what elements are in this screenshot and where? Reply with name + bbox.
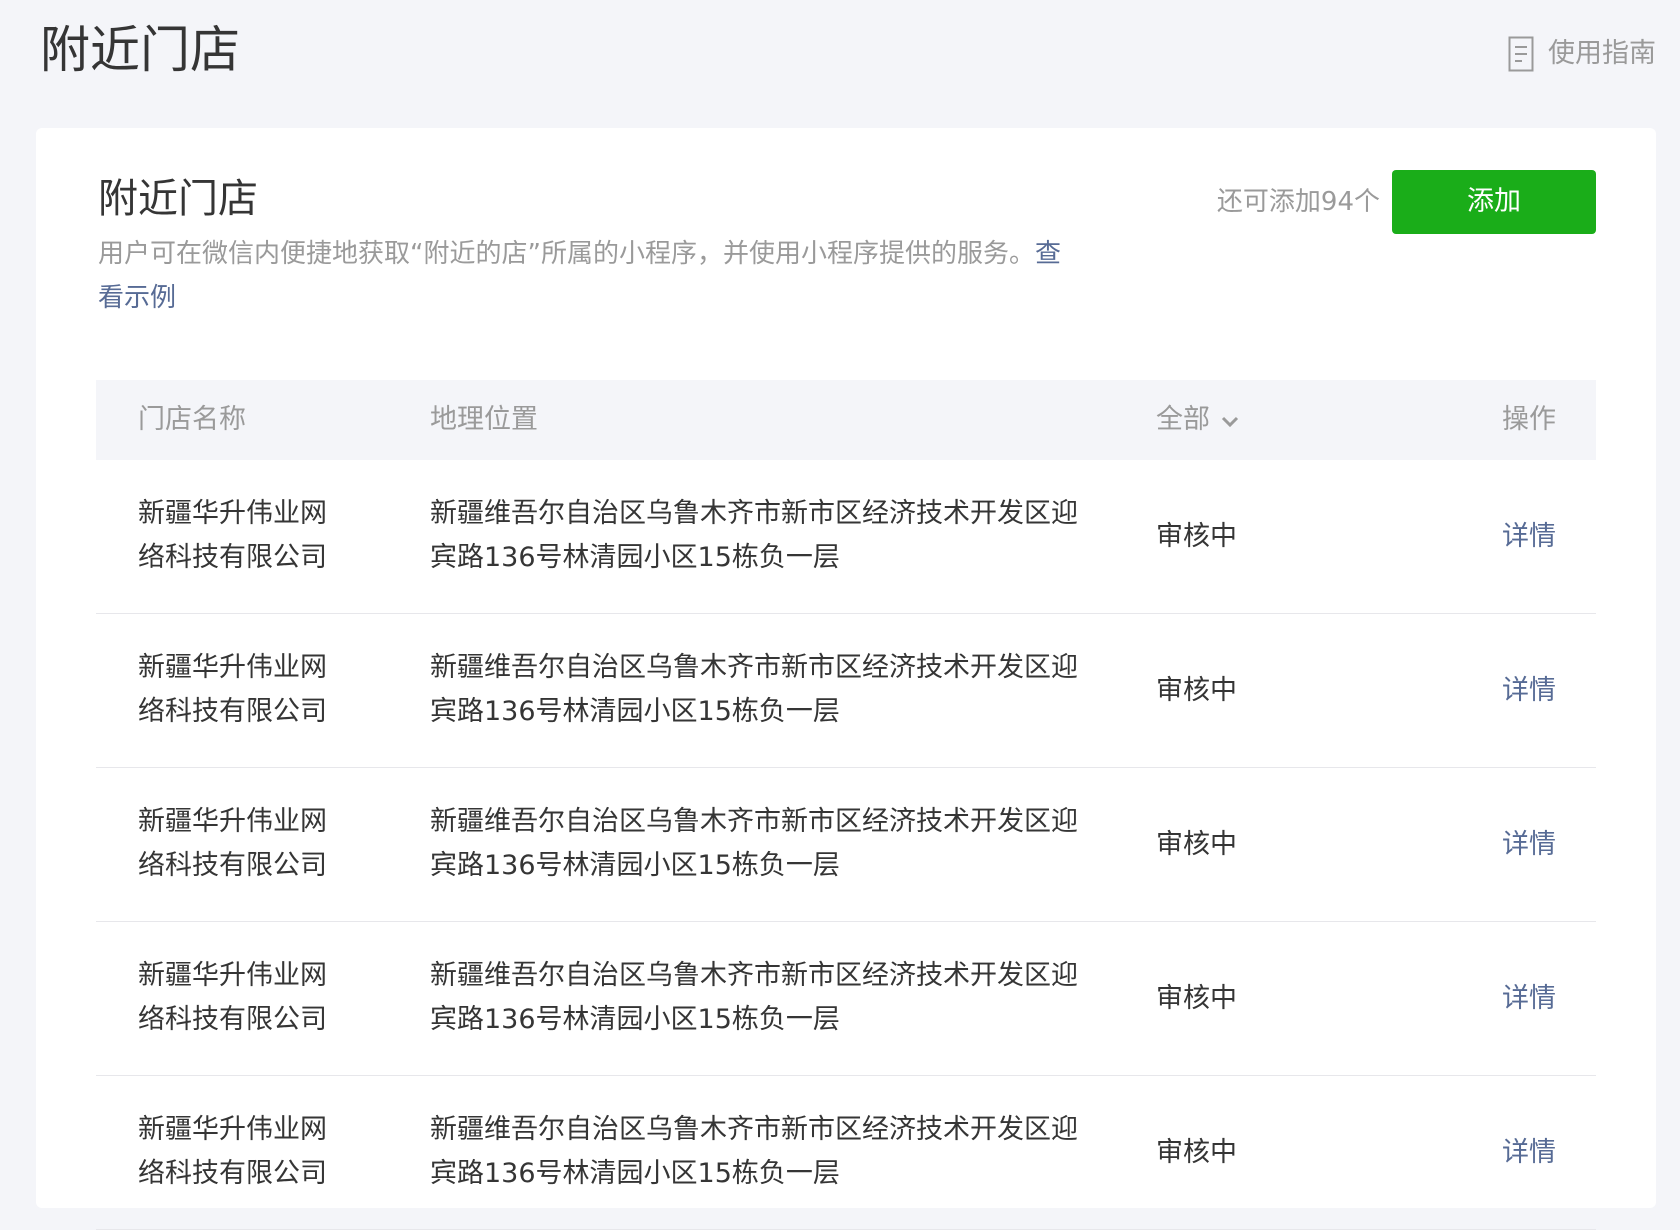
store-location: 新疆维吾尔自治区乌鲁木齐市新市区经济技术开发区迎宾路136号林清园小区15栋负一… (430, 498, 1078, 573)
details-link[interactable]: 详情 (1502, 823, 1556, 867)
remaining-count: 还可添加94个 (1216, 187, 1380, 217)
add-button[interactable]: 添加 (1392, 170, 1596, 234)
usage-guide-label: 使用指南 (1548, 38, 1656, 69)
store-status: 审核中 (1156, 1137, 1237, 1168)
top-bar: 附近门店 使用指南 (0, 0, 1680, 120)
status-filter-label: 全部 (1156, 404, 1210, 435)
table-row: 新疆华升伟业网络科技有限公司 新疆维吾尔自治区乌鲁木齐市新市区经济技术开发区迎宾… (96, 1076, 1596, 1230)
store-name: 新疆华升伟业网络科技有限公司 (138, 652, 327, 727)
details-link[interactable]: 详情 (1502, 1131, 1556, 1175)
store-status: 审核中 (1156, 829, 1237, 860)
page-title: 附近门店 (40, 21, 240, 79)
table-header: 门店名称 地理位置 全部 操作 (96, 380, 1596, 460)
store-name: 新疆华升伟业网络科技有限公司 (138, 960, 327, 1035)
usage-guide-link[interactable]: 使用指南 (1508, 34, 1656, 74)
table-row: 新疆华升伟业网络科技有限公司 新疆维吾尔自治区乌鲁木齐市新市区经济技术开发区迎宾… (96, 922, 1596, 1076)
store-status: 审核中 (1156, 521, 1237, 552)
store-status: 审核中 (1156, 983, 1237, 1014)
store-location: 新疆维吾尔自治区乌鲁木齐市新市区经济技术开发区迎宾路136号林清园小区15栋负一… (430, 652, 1078, 727)
table-row: 新疆华升伟业网络科技有限公司 新疆维吾尔自治区乌鲁木齐市新市区经济技术开发区迎宾… (96, 460, 1596, 614)
store-location: 新疆维吾尔自治区乌鲁木齐市新市区经济技术开发区迎宾路136号林清园小区15栋负一… (430, 806, 1078, 881)
details-link[interactable]: 详情 (1502, 515, 1556, 559)
header-location: 地理位置 (430, 404, 538, 435)
card-title: 附近门店 (98, 176, 258, 222)
nearby-stores-card: 附近门店 用户可在微信内便捷地获取“附近的店”所属的小程序，并使用小程序提供的服… (36, 128, 1656, 1230)
store-name: 新疆华升伟业网络科技有限公司 (138, 498, 327, 573)
table-row: 新疆华升伟业网络科技有限公司 新疆维吾尔自治区乌鲁木齐市新市区经济技术开发区迎宾… (96, 614, 1596, 768)
stores-table: 门店名称 地理位置 全部 操作 新疆华升伟业网络科技有限公司 新疆维吾尔自治区乌… (96, 380, 1596, 1230)
details-link[interactable]: 详情 (1502, 977, 1556, 1021)
store-name: 新疆华升伟业网络科技有限公司 (138, 1114, 327, 1189)
header-store-name: 门店名称 (138, 404, 246, 435)
header-operation: 操作 (1502, 404, 1556, 435)
store-location: 新疆维吾尔自治区乌鲁木齐市新市区经济技术开发区迎宾路136号林清园小区15栋负一… (430, 1114, 1078, 1189)
table-body: 新疆华升伟业网络科技有限公司 新疆维吾尔自治区乌鲁木齐市新市区经济技术开发区迎宾… (96, 460, 1596, 1230)
store-location: 新疆维吾尔自治区乌鲁木齐市新市区经济技术开发区迎宾路136号林清园小区15栋负一… (430, 960, 1078, 1035)
details-link[interactable]: 详情 (1502, 669, 1556, 713)
chevron-down-icon (1220, 415, 1240, 429)
status-filter-dropdown[interactable]: 全部 (1156, 402, 1240, 438)
card-description: 用户可在微信内便捷地获取“附近的店”所属的小程序，并使用小程序提供的服务。查看示… (98, 232, 1078, 320)
table-row: 新疆华升伟业网络科技有限公司 新疆维吾尔自治区乌鲁木齐市新市区经济技术开发区迎宾… (96, 768, 1596, 922)
description-text: 用户可在微信内便捷地获取“附近的店”所属的小程序，并使用小程序提供的服务。 (98, 239, 1035, 269)
document-icon (1508, 36, 1534, 72)
store-name: 新疆华升伟业网络科技有限公司 (138, 806, 327, 881)
store-status: 审核中 (1156, 675, 1237, 706)
